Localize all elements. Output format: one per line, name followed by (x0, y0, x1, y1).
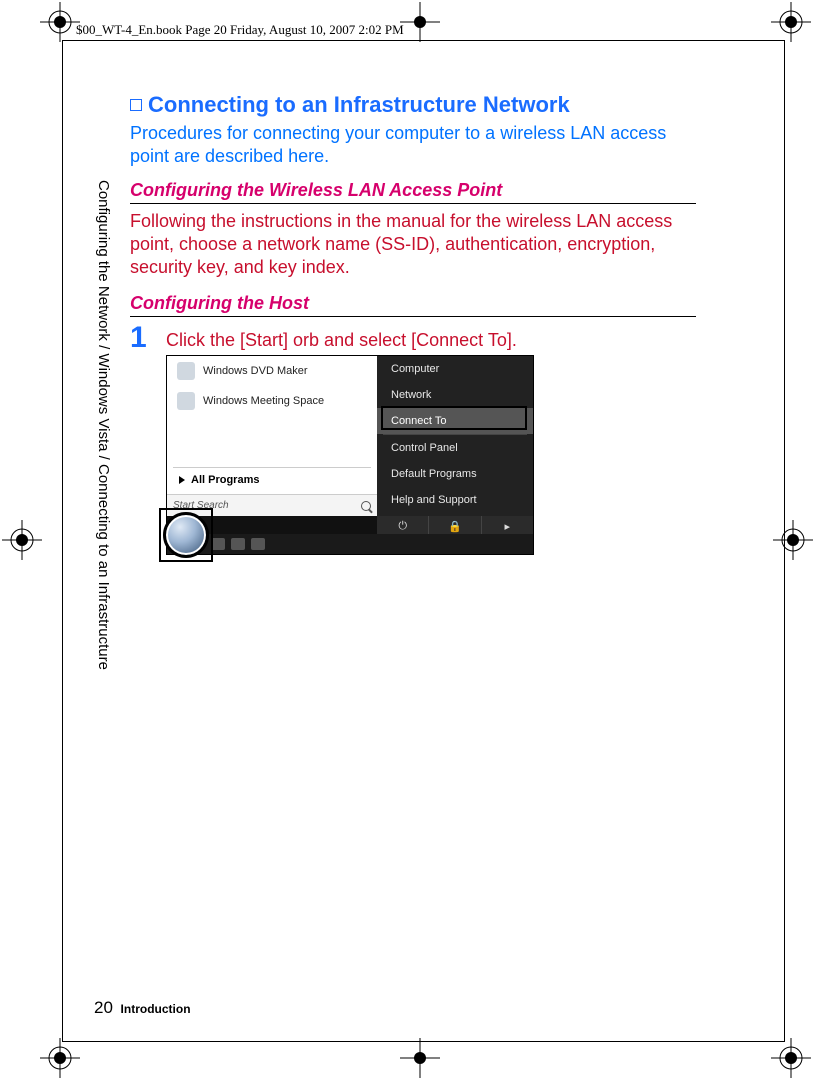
content-column: Connecting to an Infrastructure Network … (130, 92, 696, 555)
taskbar-icon[interactable] (251, 538, 265, 550)
title-bullet-icon (130, 99, 142, 111)
crop-mark-icon (771, 2, 811, 42)
step: 1 Click the [Start] orb and select [Conn… (130, 323, 696, 353)
crop-mark-icon (40, 2, 80, 42)
page-footer: 20 Introduction (94, 998, 191, 1018)
start-menu-item[interactable]: Windows Meeting Space (167, 386, 377, 416)
taskbar (167, 534, 533, 554)
start-menu-left-pane: Windows DVD Maker Windows Meeting Space … (167, 356, 377, 516)
start-menu-item-control-panel[interactable]: Control Panel (377, 435, 533, 461)
triangle-icon (179, 476, 185, 484)
side-running-head: Configuring the Network / Windows Vista … (94, 180, 118, 720)
start-menu-item[interactable]: Windows DVD Maker (167, 356, 377, 386)
step-number: 1 (130, 323, 154, 353)
section-heading: Configuring the Wireless LAN Access Poin… (130, 180, 696, 204)
start-menu-right-pane: Computer Network Connect To Control Pane… (377, 356, 533, 516)
start-menu-item-help[interactable]: Help and Support (377, 487, 533, 513)
page-title: Connecting to an Infrastructure Network (130, 92, 696, 118)
screenshot-start-menu: Windows DVD Maker Windows Meeting Space … (166, 355, 534, 555)
all-programs-button[interactable]: All Programs (173, 467, 371, 492)
intro-paragraph: Procedures for connecting your computer … (130, 122, 696, 168)
crop-mark-icon (40, 1038, 80, 1078)
power-bar: ⏻ 🔒 ▸ (377, 516, 533, 536)
crop-mark-icon (2, 520, 42, 560)
start-menu-item-default-programs[interactable]: Default Programs (377, 461, 533, 487)
start-menu-item-network[interactable]: Network (377, 382, 533, 408)
search-icon (361, 501, 371, 511)
shutdown-options-button[interactable]: ▸ (481, 516, 533, 536)
lock-button[interactable]: 🔒 (428, 516, 480, 536)
app-icon (177, 362, 195, 380)
page: $00_WT-4_En.book Page 20 Friday, August … (0, 0, 815, 1082)
highlight-box-icon (381, 406, 527, 430)
section-heading: Configuring the Host (130, 293, 696, 317)
crop-mark-icon (400, 2, 440, 42)
crop-mark-icon (400, 1038, 440, 1078)
power-button[interactable]: ⏻ (377, 516, 428, 536)
taskbar-icon[interactable] (231, 538, 245, 550)
step-text: Click the [Start] orb and select [Connec… (166, 323, 517, 353)
crop-mark-icon (771, 1038, 811, 1078)
page-number: 20 (94, 998, 113, 1017)
highlight-box-icon (159, 508, 213, 562)
start-menu-item-computer[interactable]: Computer (377, 356, 533, 382)
taskbar-icon[interactable] (211, 538, 225, 550)
section-body: Following the instructions in the manual… (130, 210, 696, 279)
header-line: $00_WT-4_En.book Page 20 Friday, August … (76, 22, 404, 38)
app-icon (177, 392, 195, 410)
footer-section: Introduction (121, 1002, 191, 1016)
